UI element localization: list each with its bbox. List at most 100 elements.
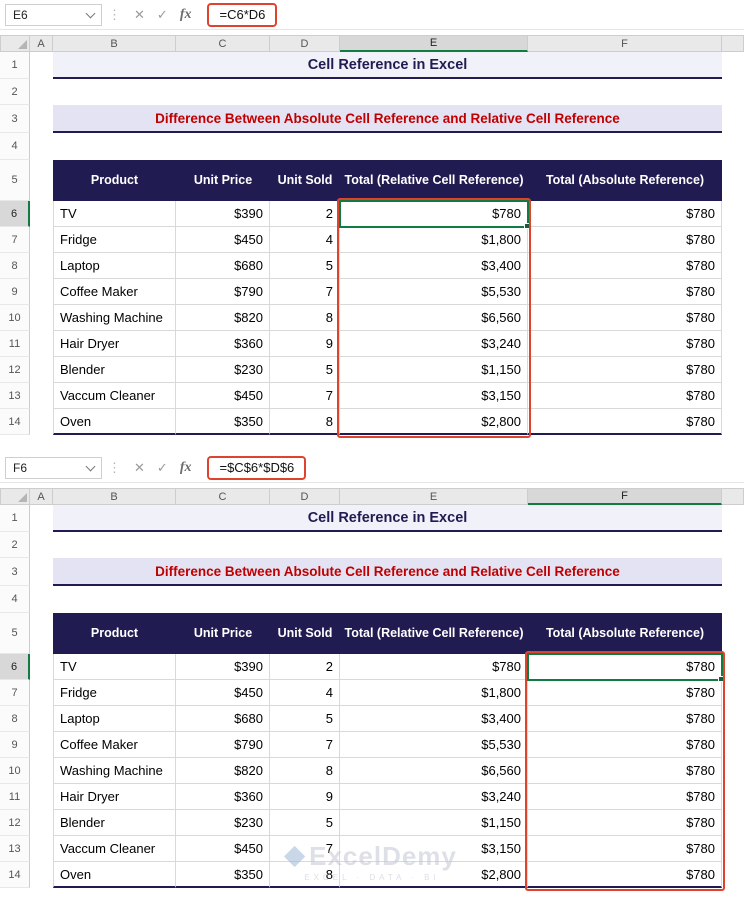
cell-A14[interactable] xyxy=(30,862,53,888)
row-header-11[interactable]: 11 xyxy=(0,784,30,810)
cell-D12[interactable]: 5 xyxy=(270,810,340,836)
cell-D10[interactable]: 8 xyxy=(270,305,340,331)
cell-C7[interactable]: $450 xyxy=(176,680,270,706)
cell-B11[interactable]: Hair Dryer xyxy=(53,331,176,357)
cell-B14[interactable]: Oven xyxy=(53,862,176,888)
cell-B10[interactable]: Washing Machine xyxy=(53,305,176,331)
column-header-A[interactable]: A xyxy=(30,488,53,505)
formula-input[interactable]: =C6*D6 xyxy=(207,2,278,27)
cell-D11[interactable]: 9 xyxy=(270,331,340,357)
cell-E7[interactable]: $1,800 xyxy=(340,680,528,706)
cell-A7[interactable] xyxy=(30,227,53,253)
row-header-2[interactable]: 2 xyxy=(0,79,30,105)
cell-F13[interactable]: $780 xyxy=(528,836,722,862)
cell-D13[interactable]: 7 xyxy=(270,383,340,409)
cell-D9[interactable]: 7 xyxy=(270,732,340,758)
enter-icon[interactable]: ✓ xyxy=(157,460,168,476)
cell-E12[interactable]: $1,150 xyxy=(340,810,528,836)
header-cell-B5[interactable]: Product xyxy=(53,160,176,201)
cell-A6[interactable] xyxy=(30,654,53,680)
cell-F8[interactable]: $780 xyxy=(528,706,722,732)
cell-D7[interactable]: 4 xyxy=(270,680,340,706)
cell-C14[interactable]: $350 xyxy=(176,409,270,435)
row-header-12[interactable]: 12 xyxy=(0,810,30,836)
cell-C9[interactable]: $790 xyxy=(176,732,270,758)
select-all-button[interactable] xyxy=(0,488,30,505)
cell-B6[interactable]: TV xyxy=(53,201,176,227)
column-header-A[interactable]: A xyxy=(30,35,53,52)
cell-C8[interactable]: $680 xyxy=(176,706,270,732)
cell-E9[interactable]: $5,530 xyxy=(340,279,528,305)
column-header-E[interactable]: E xyxy=(340,488,528,505)
cell-D10[interactable]: 8 xyxy=(270,758,340,784)
cell-E10[interactable]: $6,560 xyxy=(340,758,528,784)
row-header-6[interactable]: 6 xyxy=(0,654,30,680)
chevron-down-icon[interactable] xyxy=(85,461,96,471)
sheet-subtitle[interactable]: Difference Between Absolute Cell Referen… xyxy=(53,558,722,586)
cell-C6[interactable]: $390 xyxy=(176,201,270,227)
cell-F14[interactable]: $780 xyxy=(528,409,722,435)
cell-E6[interactable]: $780 xyxy=(340,201,528,227)
header-cell-F5[interactable]: Total (Absolute Reference) xyxy=(528,613,722,654)
cell-B7[interactable]: Fridge xyxy=(53,680,176,706)
insert-function-icon[interactable]: fx xyxy=(180,7,192,23)
cell-C11[interactable]: $360 xyxy=(176,331,270,357)
formula-input[interactable]: =$C$6*$D$6 xyxy=(207,455,307,480)
cell-A7[interactable] xyxy=(30,680,53,706)
cell-F6[interactable]: $780 xyxy=(528,654,722,680)
header-cell-C5[interactable]: Unit Price xyxy=(176,160,270,201)
cell-F10[interactable]: $780 xyxy=(528,305,722,331)
cell-B12[interactable]: Blender xyxy=(53,810,176,836)
cell-C11[interactable]: $360 xyxy=(176,784,270,810)
chevron-down-icon[interactable] xyxy=(85,8,96,18)
header-cell-D5[interactable]: Unit Sold xyxy=(270,613,340,654)
cell-A12[interactable] xyxy=(30,810,53,836)
column-header-D[interactable]: D xyxy=(270,35,340,52)
row-header-14[interactable]: 14 xyxy=(0,409,30,435)
cell-E11[interactable]: $3,240 xyxy=(340,784,528,810)
cell-E14[interactable]: $2,800 xyxy=(340,862,528,888)
header-cell-C5[interactable]: Unit Price xyxy=(176,613,270,654)
cell-E12[interactable]: $1,150 xyxy=(340,357,528,383)
cell-F8[interactable]: $780 xyxy=(528,253,722,279)
cell-A14[interactable] xyxy=(30,409,53,435)
row-header-10[interactable]: 10 xyxy=(0,758,30,784)
header-cell-F5[interactable]: Total (Absolute Reference) xyxy=(528,160,722,201)
cell-F10[interactable]: $780 xyxy=(528,758,722,784)
row-header-1[interactable]: 1 xyxy=(0,52,30,79)
header-cell-D5[interactable]: Unit Sold xyxy=(270,160,340,201)
enter-icon[interactable]: ✓ xyxy=(157,7,168,23)
cell-F11[interactable]: $780 xyxy=(528,331,722,357)
cell-A9[interactable] xyxy=(30,732,53,758)
cell-B10[interactable]: Washing Machine xyxy=(53,758,176,784)
cell-F7[interactable]: $780 xyxy=(528,680,722,706)
cell-E10[interactable]: $6,560 xyxy=(340,305,528,331)
cell-A5[interactable] xyxy=(30,160,53,201)
sheet-subtitle[interactable]: Difference Between Absolute Cell Referen… xyxy=(53,105,722,133)
row-header-7[interactable]: 7 xyxy=(0,680,30,706)
row-header-4[interactable]: 4 xyxy=(0,133,30,160)
column-header-E[interactable]: E xyxy=(340,35,528,52)
row-header-14[interactable]: 14 xyxy=(0,862,30,888)
cell-B8[interactable]: Laptop xyxy=(53,253,176,279)
cell-A4[interactable] xyxy=(30,133,53,160)
cell-C6[interactable]: $390 xyxy=(176,654,270,680)
cell-E11[interactable]: $3,240 xyxy=(340,331,528,357)
cell-A10[interactable] xyxy=(30,758,53,784)
cell-F12[interactable]: $780 xyxy=(528,357,722,383)
row-header-3[interactable]: 3 xyxy=(0,558,30,586)
row-header-12[interactable]: 12 xyxy=(0,357,30,383)
fill-handle[interactable] xyxy=(524,223,530,229)
cell-F12[interactable]: $780 xyxy=(528,810,722,836)
cancel-icon[interactable]: ✕ xyxy=(134,460,145,476)
cell-F7[interactable]: $780 xyxy=(528,227,722,253)
sheet-title[interactable]: Cell Reference in Excel xyxy=(53,52,722,79)
cell-A2[interactable] xyxy=(30,532,53,558)
cell-D11[interactable]: 9 xyxy=(270,784,340,810)
empty-row-cells-2[interactable] xyxy=(53,532,722,558)
cell-A2[interactable] xyxy=(30,79,53,105)
cell-A13[interactable] xyxy=(30,836,53,862)
cell-F13[interactable]: $780 xyxy=(528,383,722,409)
cell-A9[interactable] xyxy=(30,279,53,305)
cell-F6[interactable]: $780 xyxy=(528,201,722,227)
